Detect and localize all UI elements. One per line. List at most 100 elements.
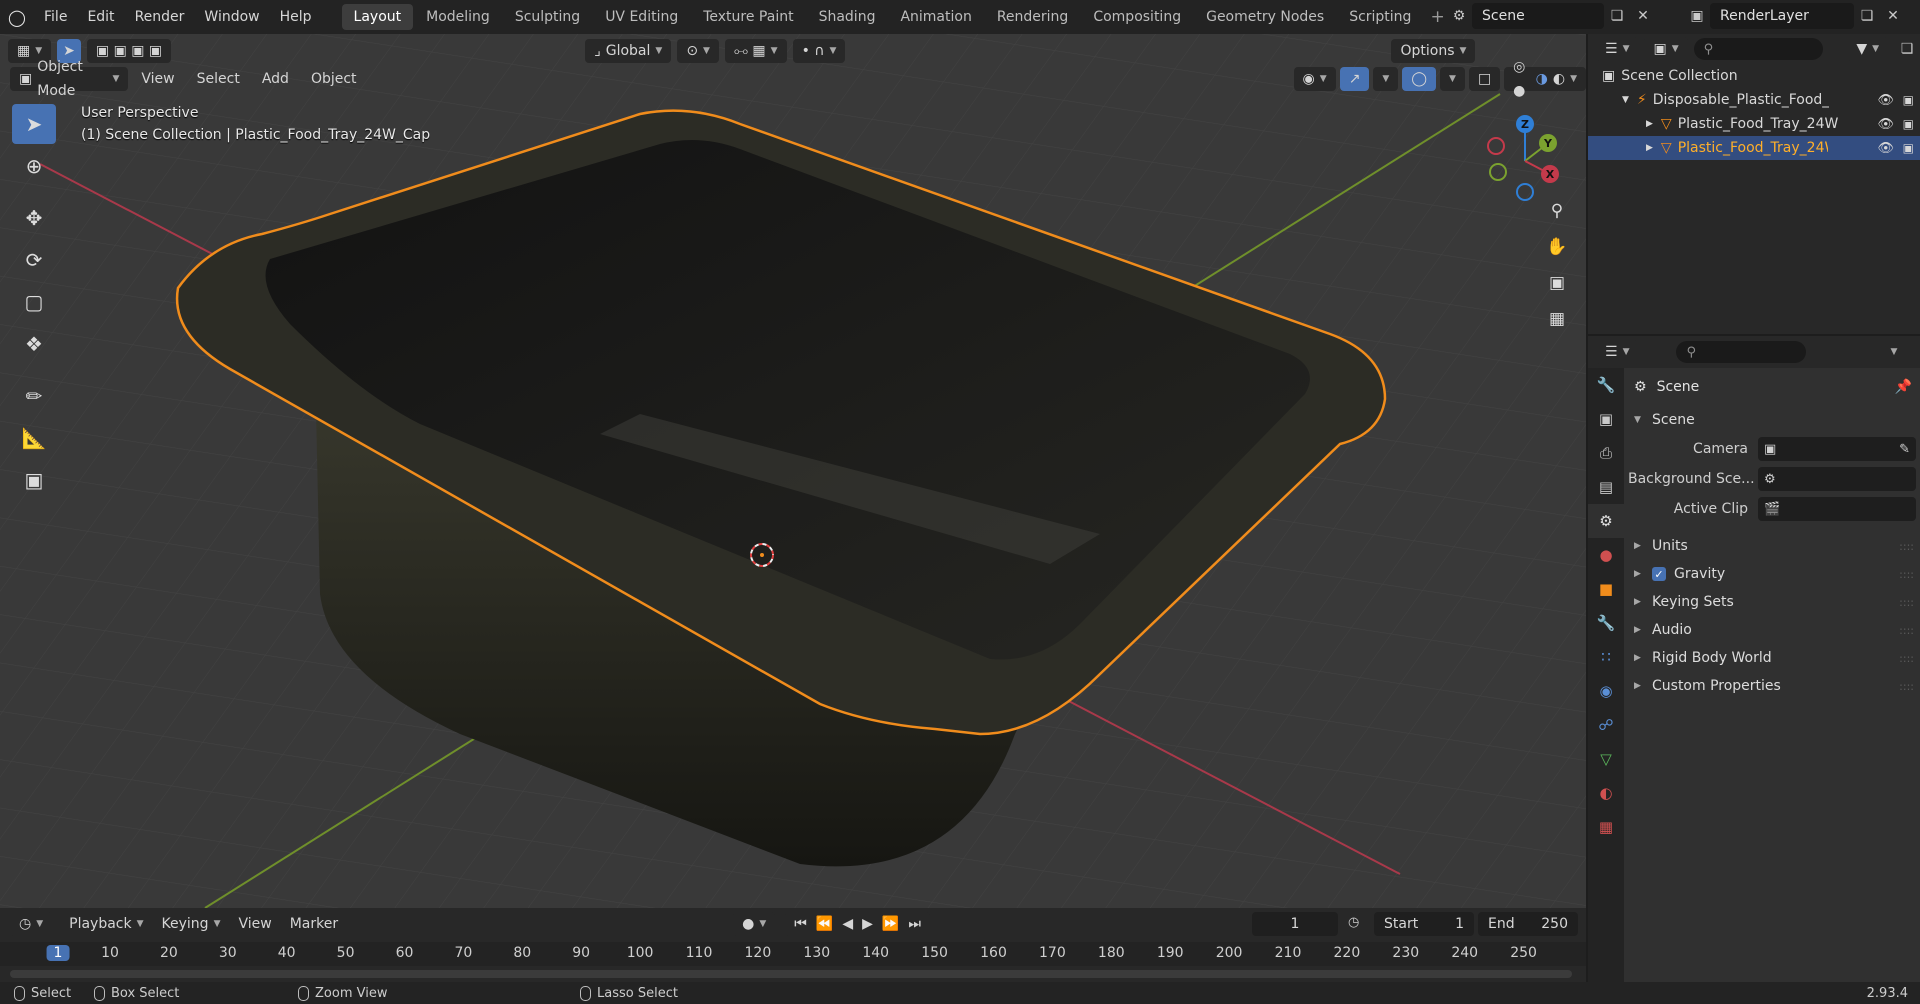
properties-search-input[interactable]: ⚲ xyxy=(1676,341,1807,363)
annotate-tool-icon[interactable]: ✏ xyxy=(12,376,56,416)
display-mode-button[interactable]: ▣ ▼ xyxy=(1644,37,1688,61)
play-reverse-icon[interactable]: ◀ xyxy=(842,912,853,936)
shading-modes[interactable]: ◎ ● ◑ ◐ ▼ xyxy=(1504,59,1586,99)
gravity-checkbox[interactable]: ✓ xyxy=(1652,567,1666,581)
data-tab-icon[interactable]: ▽ xyxy=(1588,742,1624,776)
scene-name-field[interactable]: Scene xyxy=(1472,3,1604,29)
drag-handle-icon[interactable]: :::: xyxy=(1899,596,1914,609)
menu-render[interactable]: Render xyxy=(125,0,195,34)
move-tool-icon[interactable]: ✥ xyxy=(12,198,56,238)
zoom-icon[interactable]: ⚲ xyxy=(1542,196,1572,226)
menu-window[interactable]: Window xyxy=(194,0,269,34)
view-layer-icon[interactable]: ▣ xyxy=(1684,3,1710,29)
camera-view-icon[interactable]: ▣ xyxy=(1542,268,1572,298)
options-dropdown[interactable]: Options ▼ xyxy=(1391,39,1476,63)
3d-viewport[interactable]: ▦ ▼ ➤ ▣ ▣ ▣ ▣ ⌟ Global ▼ ⊙ ▼ ⧟ ▦ ▼ • ∩ ▼ O… xyxy=(0,34,1586,908)
transform-tool-icon[interactable]: ❖ xyxy=(12,324,56,364)
object-mode-dropdown[interactable]: ▣ Object Mode ▼ xyxy=(10,59,129,99)
overlay-toggle[interactable]: ◯ xyxy=(1402,67,1437,91)
timeline-editor-type-button[interactable]: ◷ ▼ xyxy=(10,912,53,936)
constraints-tab-icon[interactable]: ☍ xyxy=(1588,708,1624,742)
outliner-editor-type-button[interactable]: ☰ ▼ xyxy=(1596,37,1639,61)
properties-options-icon[interactable]: ▼ xyxy=(1890,347,1897,357)
keying-menu[interactable]: Keying ▼ xyxy=(153,912,230,936)
panel-keying-sets[interactable]: ▶ Keying Sets :::: xyxy=(1628,588,1920,616)
play-icon[interactable]: ▶ xyxy=(862,912,873,936)
menu-select[interactable]: Select xyxy=(188,67,249,91)
material-tab-icon[interactable]: ◐ xyxy=(1588,776,1624,810)
outliner-root-row[interactable]: ▣ Scene Collection xyxy=(1588,64,1920,88)
eye-icon[interactable]: 👁 xyxy=(1877,93,1894,108)
render-camera-icon[interactable]: ▣ xyxy=(1903,117,1914,131)
eye-icon[interactable]: 👁 xyxy=(1877,117,1894,132)
tab-uv-editing[interactable]: UV Editing xyxy=(593,4,690,30)
expand-arrow-icon[interactable]: ▶ xyxy=(1646,143,1653,153)
output-tab-icon[interactable]: ⎙ xyxy=(1588,436,1624,470)
preview-range-icon[interactable]: ◷ xyxy=(1348,915,1359,930)
panel-units[interactable]: ▶ Units :::: xyxy=(1628,532,1920,560)
current-frame-field[interactable]: 1 xyxy=(1252,912,1338,936)
expand-arrow-icon[interactable]: ▶ xyxy=(1646,119,1653,129)
neg-z-handle[interactable] xyxy=(1516,183,1534,201)
panel-audio[interactable]: ▶ Audio :::: xyxy=(1628,616,1920,644)
jump-start-icon[interactable]: ⏮ xyxy=(794,912,807,936)
modifiers-tab-icon[interactable]: 🔧 xyxy=(1588,606,1624,640)
drag-handle-icon[interactable]: :::: xyxy=(1899,624,1914,637)
menu-view[interactable]: View xyxy=(132,67,183,91)
panel-gravity[interactable]: ▶ ✓ Gravity :::: xyxy=(1628,560,1920,588)
eye-icon[interactable]: 👁 xyxy=(1877,141,1894,156)
gizmo-toggle[interactable]: ↗ xyxy=(1339,67,1370,91)
outliner-item-tray-cap[interactable]: ▶ ▽ Plastic_Food_Tray_24W_Cap 👁 ▣ xyxy=(1588,136,1920,160)
overlay-dropdown[interactable]: ▼ xyxy=(1440,67,1465,91)
eyedropper-icon[interactable]: ✎ xyxy=(1899,442,1910,457)
outliner-item-tray[interactable]: ▶ ▽ Plastic_Food_Tray_24W 👁 ▣ xyxy=(1588,112,1920,136)
tab-modeling[interactable]: Modeling xyxy=(414,4,502,30)
snap-toggle[interactable]: ⧟ ▦ ▼ xyxy=(724,39,787,63)
timeline-scrollbar[interactable] xyxy=(10,970,1572,978)
rotate-tool-icon[interactable]: ⟳ xyxy=(12,240,56,280)
new-view-layer-icon[interactable]: ❏ xyxy=(1854,3,1880,29)
blender-logo-icon[interactable]: ◯ xyxy=(0,0,34,34)
drag-handle-icon[interactable]: :::: xyxy=(1899,540,1914,553)
add-workspace-icon[interactable]: + xyxy=(1430,7,1444,27)
tab-geometry-nodes[interactable]: Geometry Nodes xyxy=(1194,4,1336,30)
pin-icon[interactable]: 📌 xyxy=(1895,379,1912,395)
drag-handle-icon[interactable]: :::: xyxy=(1899,680,1914,693)
tab-scripting[interactable]: Scripting xyxy=(1337,4,1423,30)
menu-marker[interactable]: Marker xyxy=(281,912,347,936)
tab-rendering[interactable]: Rendering xyxy=(985,4,1081,30)
scene-icon[interactable]: ⚙ xyxy=(1446,3,1472,29)
outliner-item-disposable[interactable]: ▼ ⚡ Disposable_Plastic_Food_Tray 👁 ▣ xyxy=(1588,88,1920,112)
jump-keyframe-forward-icon[interactable]: ⏩ xyxy=(882,912,899,936)
tab-compositing[interactable]: Compositing xyxy=(1081,4,1193,30)
tab-sculpting[interactable]: Sculpting xyxy=(503,4,592,30)
panel-scene[interactable]: ▼ Scene xyxy=(1628,406,1920,434)
texture-tab-icon[interactable]: ▦ xyxy=(1588,810,1624,844)
tab-shading[interactable]: Shading xyxy=(807,4,888,30)
tab-animation[interactable]: Animation xyxy=(888,4,983,30)
end-frame-field[interactable]: End 250 xyxy=(1478,912,1578,936)
panel-rigid-body-world[interactable]: ▶ Rigid Body World :::: xyxy=(1628,644,1920,672)
active-clip-field[interactable]: 🎬 xyxy=(1758,497,1916,521)
background-scene-field[interactable]: ⚙ xyxy=(1758,467,1916,491)
transform-orientation-dropdown[interactable]: ⌟ Global ▼ xyxy=(585,39,672,63)
tool-tab-icon[interactable]: 🔧 xyxy=(1588,368,1624,402)
pivot-point-dropdown[interactable]: ⊙ ▼ xyxy=(677,39,719,63)
render-camera-icon[interactable]: ▣ xyxy=(1903,141,1914,155)
perspective-grid-icon[interactable]: ▦ xyxy=(1542,304,1572,334)
outliner-search-input[interactable]: ⚲ xyxy=(1693,38,1824,60)
add-cube-tool-icon[interactable]: ▣ xyxy=(12,460,56,500)
render-tab-icon[interactable]: ▣ xyxy=(1588,402,1624,436)
menu-add[interactable]: Add xyxy=(253,67,298,91)
view-layer-field[interactable]: RenderLayer xyxy=(1710,3,1854,29)
new-scene-icon[interactable]: ❏ xyxy=(1604,3,1630,29)
filter-icon[interactable]: ▼ ▼ xyxy=(1847,37,1889,61)
proportional-editing-toggle[interactable]: • ∩ ▼ xyxy=(792,39,846,63)
particles-tab-icon[interactable]: ∷ xyxy=(1588,640,1624,674)
xray-toggle[interactable]: □ xyxy=(1468,67,1501,91)
neg-y-handle[interactable] xyxy=(1489,163,1507,181)
select-box-tool-icon[interactable]: ➤ xyxy=(12,104,56,144)
world-tab-icon[interactable]: ● xyxy=(1588,538,1624,572)
drag-handle-icon[interactable]: :::: xyxy=(1899,652,1914,665)
measure-tool-icon[interactable]: 📐 xyxy=(12,418,56,458)
